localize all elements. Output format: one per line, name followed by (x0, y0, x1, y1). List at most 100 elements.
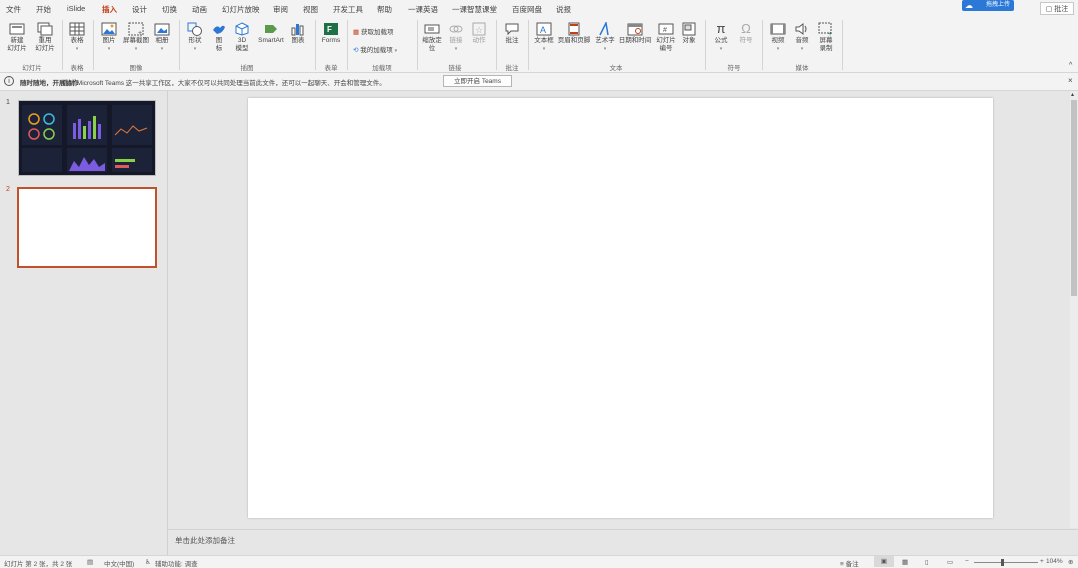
slide-thumbnail[interactable] (18, 100, 156, 176)
group-label-slides: 幻灯片 (22, 65, 42, 72)
comments-button[interactable]: ▢ 批注 (1040, 2, 1074, 15)
action-button[interactable]: ☆ 动作 (469, 22, 489, 45)
normal-view-icon[interactable]: ▣ (874, 556, 894, 567)
wordart-button[interactable]: 艺术字 ▾ (594, 22, 616, 53)
symbol-button[interactable]: Ω 符号 (736, 22, 756, 45)
scroll-up-icon[interactable]: ▴ (1071, 91, 1074, 98)
photo-album-button[interactable]: 相册 ▾ (152, 22, 172, 53)
table-button[interactable]: 表格 ▾ (65, 22, 89, 53)
cloud-upload-badge[interactable]: ☁ 拖拽上传 (962, 0, 1014, 11)
thumbnail-number: 1 (6, 99, 10, 106)
slide-canvas[interactable] (248, 98, 993, 518)
icons-button[interactable]: 图 标 (209, 22, 229, 53)
equation-button[interactable]: π 公式 ▾ (711, 22, 731, 53)
tab-yike-classroom[interactable]: 一课智慧课堂 (452, 4, 497, 15)
zoom-out-icon[interactable]: − (965, 558, 969, 565)
zoom-slider[interactable] (974, 562, 1038, 563)
date-time-button[interactable]: 日期和时间 (618, 22, 652, 45)
zoom-level[interactable]: 104% (1046, 558, 1063, 565)
zoom-slider-knob[interactable] (1001, 559, 1004, 566)
zoom-in-icon[interactable]: + (1040, 558, 1044, 565)
tab-insert[interactable]: 插入 (102, 4, 117, 18)
my-addins-button[interactable]: ⟲ 我的加载项 ▾ (353, 44, 397, 54)
new-slide-button[interactable]: 新建 幻灯片 (4, 22, 30, 53)
zoom-button[interactable]: 缩放定 位 (420, 22, 444, 53)
tab-developer[interactable]: 开发工具 (333, 4, 363, 15)
object-button[interactable]: 对象 (679, 22, 699, 45)
tab-islide[interactable]: iSlide (67, 4, 85, 13)
tab-review[interactable]: 审阅 (273, 4, 288, 15)
link-button[interactable]: 链接 ▾ (447, 22, 465, 53)
comment-icon: ▢ (1045, 6, 1053, 13)
spellcheck-icon[interactable]: ▤ (87, 558, 93, 566)
notes-pane[interactable]: 单击此处添加备注 (168, 529, 1078, 556)
shapes-button[interactable]: 形状 ▾ (185, 22, 205, 53)
screenshot-button[interactable]: + 屏幕截图 ▾ (122, 22, 150, 53)
tab-transitions[interactable]: 切换 (162, 4, 177, 15)
chevron-down-icon: ▾ (542, 46, 546, 52)
tab-animations[interactable]: 动画 (192, 4, 207, 15)
scrollbar-thumb[interactable] (1071, 100, 1077, 296)
ribbon-insert: 新建 幻灯片 重用 幻灯片 幻灯片 表格 ▾ 表格 图片 ▾ + 屏幕截图 ▾ 相册 ▾… (0, 16, 1078, 73)
group-label-links: 链接 (448, 65, 462, 72)
tab-slideshow[interactable]: 幻灯片放映 (222, 4, 260, 15)
group-separator (705, 20, 706, 70)
tab-baidu-netdisk[interactable]: 百度网盘 (512, 4, 542, 15)
link-icon (448, 22, 464, 36)
chevron-down-icon: ▾ (160, 46, 164, 52)
slideshow-icon[interactable]: ▭ (947, 558, 953, 566)
tab-yike-english[interactable]: 一课英语 (408, 4, 438, 15)
status-bar: 幻灯片 第 2 张，共 2 张 ▤ 中文(中国) ♿ 辅助功能: 调查 ≡ 备注… (0, 555, 1078, 568)
header-footer-button[interactable]: 页眉和页脚 (557, 22, 591, 45)
chart-button[interactable]: 图表 (289, 22, 307, 45)
forms-button[interactable]: F Forms (319, 22, 343, 45)
info-bar-message: 借助 Microsoft Teams 这一共享工作区，大家不仅可以共同处理当前此… (62, 80, 386, 87)
video-button[interactable]: 视频 ▾ (767, 22, 789, 53)
collapse-ribbon-icon[interactable]: ^ (1069, 62, 1072, 69)
tab-home[interactable]: 开始 (36, 4, 51, 15)
zoom-icon (424, 22, 440, 36)
screen-recording-button[interactable]: + 屏幕 录制 (815, 22, 837, 53)
textbox-button[interactable]: A 文本框 ▾ (533, 22, 555, 53)
svg-text:#: # (663, 27, 667, 34)
slide-number-button[interactable]: # 幻灯片 编号 (655, 22, 677, 53)
svg-text:A: A (540, 25, 546, 35)
reading-view-icon[interactable]: ▯ (925, 558, 929, 566)
chevron-down-icon: ▾ (193, 46, 197, 52)
group-label-symbols: 符号 (727, 65, 741, 72)
tab-help[interactable]: 帮助 (377, 4, 392, 15)
tab-design[interactable]: 设计 (132, 4, 147, 15)
audio-button[interactable]: 音频 ▾ (792, 22, 812, 53)
ribbon-tab-bar: 文件 开始 iSlide 插入 设计 切换 动画 幻灯片放映 审阅 视图 开发工… (0, 0, 1078, 18)
tab-file[interactable]: 文件 (6, 4, 21, 15)
start-teams-button[interactable]: 立即开启 Teams (443, 75, 512, 87)
group-label-media: 媒体 (795, 65, 809, 72)
picture-button[interactable]: 图片 ▾ (98, 22, 120, 53)
close-icon[interactable]: × (1068, 76, 1073, 85)
group-separator (496, 20, 497, 70)
chevron-down-icon: ▾ (719, 46, 723, 52)
screen-record-icon: + (818, 22, 834, 36)
tab-shuobao[interactable]: 说报 (556, 4, 571, 15)
reuse-slides-button[interactable]: 重用 幻灯片 (32, 22, 58, 53)
fit-to-window-icon[interactable]: ⊕ (1068, 558, 1073, 566)
picture-icon (101, 22, 117, 36)
group-label-images: 图像 (129, 65, 143, 72)
tab-view[interactable]: 视图 (303, 4, 318, 15)
insert-comment-button[interactable]: 批注 (501, 22, 523, 45)
bar-chart-icon (290, 22, 306, 36)
header-footer-icon (566, 22, 582, 36)
slide-thumbnail-selected[interactable] (17, 187, 157, 268)
shapes-icon (187, 22, 203, 36)
cloud-icon: ☁ (965, 1, 973, 10)
get-addins-button[interactable]: ▦ 获取加载项 (353, 26, 393, 36)
3d-models-button[interactable]: 3D 模型 (232, 22, 252, 53)
pi-icon: π (716, 21, 726, 36)
group-label-comments: 批注 (505, 65, 519, 72)
smartart-button[interactable]: SmartArt (255, 22, 287, 45)
info-icon: i (4, 76, 14, 86)
table-icon (69, 22, 85, 36)
pane-divider[interactable] (167, 91, 168, 555)
slide-sorter-icon[interactable]: ▦ (902, 558, 908, 566)
chevron-down-icon: ▾ (776, 46, 780, 52)
